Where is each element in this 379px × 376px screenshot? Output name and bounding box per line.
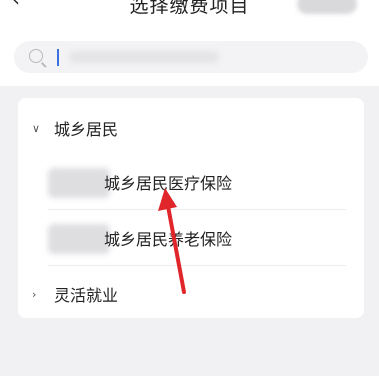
blurred-item-prefix xyxy=(48,224,110,254)
payment-item-list: ∨ 城乡居民 城乡居民医疗保险 城乡居民养老保险 › 灵活就业 xyxy=(18,98,364,318)
group-header-flexible-employment[interactable]: › 灵活就业 xyxy=(18,266,364,322)
blurred-header-action[interactable] xyxy=(297,0,357,14)
chevron-right-icon: › xyxy=(32,288,37,301)
blurred-item-prefix xyxy=(48,168,110,198)
chevron-down-icon: ∨ xyxy=(32,122,41,135)
top-bar: ‹ 选择缴费项目 xyxy=(0,0,379,28)
list-item-medical-insurance[interactable]: 城乡居民医疗保险 xyxy=(18,154,364,210)
group-label: 城乡居民 xyxy=(54,120,119,139)
text-cursor xyxy=(57,49,59,66)
list-item-label: 城乡居民医疗保险 xyxy=(104,174,233,193)
search-bar xyxy=(0,28,379,86)
group-label: 灵活就业 xyxy=(54,286,119,305)
search-icon xyxy=(29,49,43,63)
list-item-label: 城乡居民养老保险 xyxy=(104,230,233,249)
group-header-urban-rural[interactable]: ∨ 城乡居民 xyxy=(18,100,364,156)
list-item-pension-insurance[interactable]: 城乡居民养老保险 xyxy=(18,210,364,266)
blurred-search-text xyxy=(69,51,219,63)
search-input[interactable] xyxy=(14,41,368,73)
